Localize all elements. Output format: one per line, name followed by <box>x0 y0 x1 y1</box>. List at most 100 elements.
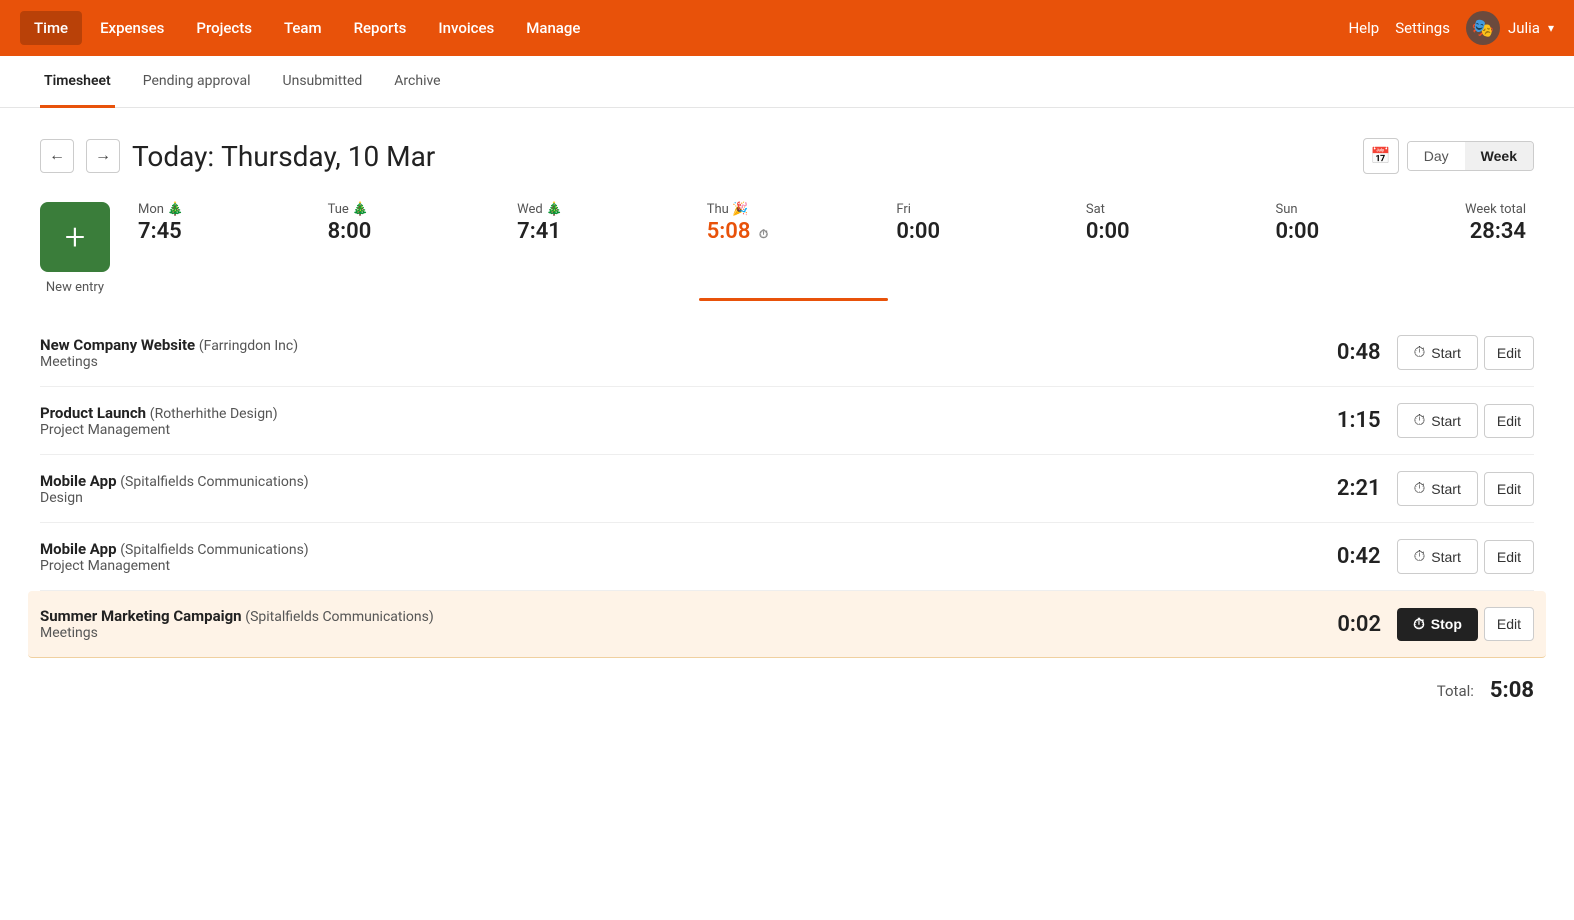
clock-icon-2: ⏱ <box>1414 412 1426 429</box>
main-content: ← → Today: Thursday, 10 Mar 📅 Day Week +… <box>0 108 1574 733</box>
new-entry-section: + New entry <box>40 202 110 295</box>
week-total-section: Week total 28:34 <box>1457 202 1534 295</box>
entry-duration-2: 1:15 <box>1311 408 1381 433</box>
new-entry-label: New entry <box>46 280 104 295</box>
next-date-button[interactable]: → <box>86 139 120 173</box>
plus-icon: + <box>65 216 85 258</box>
nav-item-invoices[interactable]: Invoices <box>424 11 508 45</box>
edit-button-5[interactable]: Edit <box>1484 607 1534 641</box>
entry-client-3: (Spitalfields Communications) <box>120 474 308 490</box>
entry-title-1: New Company Website (Farringdon Inc) <box>40 336 1311 354</box>
week-days: Mon 🎄 7:45 Tue 🎄 8:00 Wed 🎄 7:41 Thu 🎉 5… <box>130 202 1457 295</box>
day-hours-tue: 8:00 <box>328 219 502 244</box>
edit-button-1[interactable]: Edit <box>1484 336 1534 370</box>
date-header: ← → Today: Thursday, 10 Mar 📅 Day Week <box>40 138 1534 174</box>
day-view-button[interactable]: Day <box>1408 142 1465 170</box>
entry-row-3: Mobile App (Spitalfields Communications)… <box>40 455 1534 523</box>
total-value: 5:08 <box>1490 678 1534 703</box>
day-name-fri: Fri <box>896 202 1070 217</box>
avatar: 🎭 <box>1466 11 1500 45</box>
edit-button-3[interactable]: Edit <box>1484 472 1534 506</box>
day-hours-mon: 7:45 <box>138 219 312 244</box>
day-col-sun[interactable]: Sun 0:00 <box>1267 202 1457 295</box>
day-name-sat: Sat <box>1086 202 1260 217</box>
nav-item-time[interactable]: Time <box>20 11 82 45</box>
view-toggle: 📅 Day Week <box>1363 138 1534 174</box>
settings-link[interactable]: Settings <box>1395 19 1450 37</box>
stop-button-5[interactable]: ⏱ Stop <box>1397 608 1478 641</box>
day-col-tue[interactable]: Tue 🎄 8:00 <box>320 202 510 295</box>
entry-row-1: New Company Website (Farringdon Inc) Mee… <box>40 319 1534 387</box>
entry-row-4: Mobile App (Spitalfields Communications)… <box>40 523 1534 591</box>
entry-client-2: (Rotherhithe Design) <box>150 406 278 422</box>
entry-duration-5: 0:02 <box>1311 612 1381 637</box>
day-col-wed[interactable]: Wed 🎄 7:41 <box>509 202 699 295</box>
entry-title-3: Mobile App (Spitalfields Communications) <box>40 472 1311 490</box>
nav-item-team[interactable]: Team <box>270 11 336 45</box>
entry-duration-3: 2:21 <box>1311 476 1381 501</box>
date-navigation: ← → Today: Thursday, 10 Mar <box>40 139 435 173</box>
entry-title-5: Summer Marketing Campaign (Spitalfields … <box>40 607 1311 625</box>
entry-duration-4: 0:42 <box>1311 544 1381 569</box>
start-button-3[interactable]: ⏱ Start <box>1397 471 1478 506</box>
day-col-fri[interactable]: Fri 0:00 <box>888 202 1078 295</box>
entry-task-1: Meetings <box>40 354 1311 370</box>
start-button-1[interactable]: ⏱ Start <box>1397 335 1478 370</box>
day-col-sat[interactable]: Sat 0:00 <box>1078 202 1268 295</box>
day-col-mon[interactable]: Mon 🎄 7:45 <box>130 202 320 295</box>
day-col-thu[interactable]: Thu 🎉 5:08 ⏱ <box>699 202 889 295</box>
nav-item-reports[interactable]: Reports <box>340 11 421 45</box>
clock-icon-5: ⏱ <box>1413 616 1425 633</box>
sub-navigation: Timesheet Pending approval Unsubmitted A… <box>0 56 1574 108</box>
nav-item-projects[interactable]: Projects <box>182 11 266 45</box>
entry-task-4: Project Management <box>40 558 1311 574</box>
edit-button-4[interactable]: Edit <box>1484 540 1534 574</box>
new-entry-button[interactable]: + <box>40 202 110 272</box>
day-name-sun: Sun <box>1275 202 1449 217</box>
clock-icon-3: ⏱ <box>1414 480 1426 497</box>
day-hours-sun: 0:00 <box>1275 219 1449 244</box>
tab-pending-approval[interactable]: Pending approval <box>139 56 255 108</box>
day-name-mon: Mon 🎄 <box>138 202 312 217</box>
date-title: Today: Thursday, 10 Mar <box>132 140 435 173</box>
day-hours-thu: 5:08 ⏱ <box>707 219 881 244</box>
entry-row-2: Product Launch (Rotherhithe Design) Proj… <box>40 387 1534 455</box>
entry-info-4: Mobile App (Spitalfields Communications)… <box>40 540 1311 574</box>
edit-button-2[interactable]: Edit <box>1484 404 1534 438</box>
start-button-2[interactable]: ⏱ Start <box>1397 403 1478 438</box>
entry-info-2: Product Launch (Rotherhithe Design) Proj… <box>40 404 1311 438</box>
tab-archive[interactable]: Archive <box>390 56 444 108</box>
clock-icon-4: ⏱ <box>1414 548 1426 565</box>
nav-item-manage[interactable]: Manage <box>512 11 594 45</box>
entry-client-4: (Spitalfields Communications) <box>120 542 308 558</box>
day-hours-sat: 0:00 <box>1086 219 1260 244</box>
top-navigation: Time Expenses Projects Team Reports Invo… <box>0 0 1574 56</box>
nav-item-expenses[interactable]: Expenses <box>86 11 178 45</box>
current-day-indicator <box>699 298 889 301</box>
entries-section: New Company Website (Farringdon Inc) Mee… <box>40 319 1534 703</box>
entry-info-1: New Company Website (Farringdon Inc) Mee… <box>40 336 1311 370</box>
entry-task-3: Design <box>40 490 1311 506</box>
day-name-tue: Tue 🎄 <box>328 202 502 217</box>
day-hours-fri: 0:00 <box>896 219 1070 244</box>
week-total-hours: 28:34 <box>1465 219 1526 244</box>
nav-items: Time Expenses Projects Team Reports Invo… <box>20 11 1348 45</box>
clock-icon-1: ⏱ <box>1414 344 1426 361</box>
help-link[interactable]: Help <box>1348 19 1379 37</box>
week-view-button[interactable]: Week <box>1465 142 1533 170</box>
entry-info-5: Summer Marketing Campaign (Spitalfields … <box>40 607 1311 641</box>
start-button-4[interactable]: ⏱ Start <box>1397 539 1478 574</box>
entry-duration-1: 0:48 <box>1311 340 1381 365</box>
tab-unsubmitted[interactable]: Unsubmitted <box>279 56 367 108</box>
week-row: + New entry Mon 🎄 7:45 Tue 🎄 8:00 Wed 🎄 … <box>40 202 1534 295</box>
entry-client-1: (Farringdon Inc) <box>199 338 298 354</box>
tab-timesheet[interactable]: Timesheet <box>40 56 115 108</box>
user-menu[interactable]: 🎭 Julia ▾ <box>1466 11 1554 45</box>
entry-row-5: Summer Marketing Campaign (Spitalfields … <box>28 591 1546 658</box>
entry-client-5: (Spitalfields Communications) <box>245 609 433 625</box>
calendar-icon-button[interactable]: 📅 <box>1363 138 1399 174</box>
entry-task-2: Project Management <box>40 422 1311 438</box>
prev-date-button[interactable]: ← <box>40 139 74 173</box>
nav-right: Help Settings 🎭 Julia ▾ <box>1348 11 1554 45</box>
week-total-label: Week total <box>1465 202 1526 217</box>
